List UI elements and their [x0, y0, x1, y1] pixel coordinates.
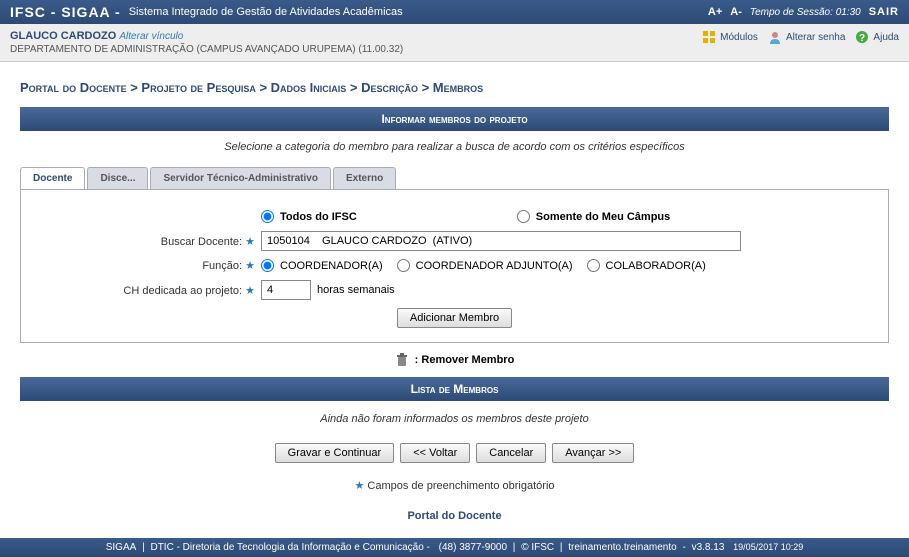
- role-adj-option[interactable]: COORDENADOR ADJUNTO(A): [397, 259, 573, 272]
- logout-button[interactable]: SAIR: [869, 6, 899, 18]
- user-bar: GLAUCO CARDOZO Alterar vínculo DEPARTAME…: [0, 24, 909, 62]
- change-link[interactable]: Alterar vínculo: [119, 31, 183, 42]
- breadcrumb: Portal do Docente > Projeto de Pesquisa …: [20, 80, 889, 95]
- app-subtitle: Sistema Integrado de Gestão de Atividade…: [129, 6, 403, 18]
- category-tabs: Docente Disce... Servidor Técnico-Admini…: [20, 167, 889, 190]
- scope-mine-option[interactable]: Somente do Meu Câmpus: [517, 210, 670, 223]
- next-button[interactable]: Avançar >>: [552, 443, 634, 463]
- user-icon: [768, 30, 782, 44]
- tab-servidor[interactable]: Servidor Técnico-Administrativo: [150, 167, 330, 189]
- role-colab-radio[interactable]: [587, 259, 600, 272]
- font-decrease-button[interactable]: A-: [730, 6, 742, 18]
- ch-suffix: horas semanais: [317, 284, 395, 296]
- tab-discente[interactable]: Disce...: [87, 167, 148, 189]
- role-coord-radio[interactable]: [261, 259, 274, 272]
- role-adj-radio[interactable]: [397, 259, 410, 272]
- tab-docente[interactable]: Docente: [20, 167, 85, 189]
- role-colab-label: COLABORADOR(A): [606, 260, 706, 272]
- user-name: GLAUCO CARDOZO: [10, 30, 116, 42]
- back-button[interactable]: << Voltar: [400, 443, 470, 463]
- ch-hours-input[interactable]: [261, 280, 311, 300]
- modules-button[interactable]: Módulos: [702, 30, 758, 44]
- portal-link-row: Portal do Docente: [20, 504, 889, 528]
- user-dept: DEPARTAMENTO DE ADMINISTRAÇÃO (CAMPUS AV…: [10, 44, 702, 55]
- help-icon: ?: [855, 30, 869, 44]
- empty-list-message: Ainda não foram informados os membros de…: [20, 401, 889, 437]
- cancel-button[interactable]: Cancelar: [476, 443, 546, 463]
- password-button[interactable]: Alterar senha: [768, 30, 845, 44]
- add-member-button[interactable]: Adicionar Membro: [397, 308, 512, 328]
- legend-bar: : Remover Membro: [20, 343, 889, 377]
- password-label: Alterar senha: [786, 32, 845, 43]
- help-button[interactable]: ? Ajuda: [855, 30, 899, 44]
- search-panel: Todos do IFSC Somente do Meu Câmpus Busc…: [20, 190, 889, 343]
- tab-externo[interactable]: Externo: [333, 167, 396, 189]
- scope-all-radio[interactable]: [261, 210, 274, 223]
- svg-text:?: ?: [859, 33, 865, 44]
- scope-all-label: Todos do IFSC: [280, 211, 357, 223]
- legend-remove-label: : Remover Membro: [415, 354, 515, 366]
- app-title: IFSC - SIGAA -: [10, 4, 121, 20]
- role-adj-label: COORDENADOR ADJUNTO(A): [416, 260, 573, 272]
- ch-label: CH dedicada ao projeto:: [123, 285, 242, 297]
- mandatory-note: ★ Campos de preenchimento obrigatório: [20, 467, 889, 504]
- role-coord-label: COORDENADOR(A): [280, 260, 383, 272]
- top-header: IFSC - SIGAA - Sistema Integrado de Gest…: [0, 0, 909, 24]
- footer-bar: SIGAA | DTIC - Diretoria de Tecnologia d…: [0, 538, 909, 557]
- modules-icon: [702, 30, 716, 44]
- role-coord-option[interactable]: COORDENADOR(A): [261, 259, 383, 272]
- modules-label: Módulos: [720, 32, 758, 43]
- section-title-bar: Informar membros do projeto: [20, 107, 889, 131]
- save-continue-button[interactable]: Gravar e Continuar: [275, 443, 395, 463]
- section-instruction: Selecione a categoria do membro para rea…: [20, 131, 889, 163]
- list-title-bar: Lista de Membros: [20, 377, 889, 401]
- search-label: Buscar Docente:: [161, 236, 242, 248]
- scope-mine-label: Somente do Meu Câmpus: [536, 211, 670, 223]
- role-colab-option[interactable]: COLABORADOR(A): [587, 259, 706, 272]
- help-label: Ajuda: [873, 32, 899, 43]
- font-increase-button[interactable]: A+: [708, 6, 722, 18]
- portal-docente-link[interactable]: Portal do Docente: [407, 510, 501, 522]
- trash-icon: [395, 353, 409, 367]
- action-button-row: Gravar e Continuar << Voltar Cancelar Av…: [20, 437, 889, 467]
- scope-all-option[interactable]: Todos do IFSC: [261, 210, 357, 223]
- role-label: Função:: [202, 260, 242, 272]
- session-label: Tempo de Sessão: 01:30: [750, 7, 861, 18]
- scope-mine-radio[interactable]: [517, 210, 530, 223]
- search-docente-input[interactable]: [261, 231, 741, 251]
